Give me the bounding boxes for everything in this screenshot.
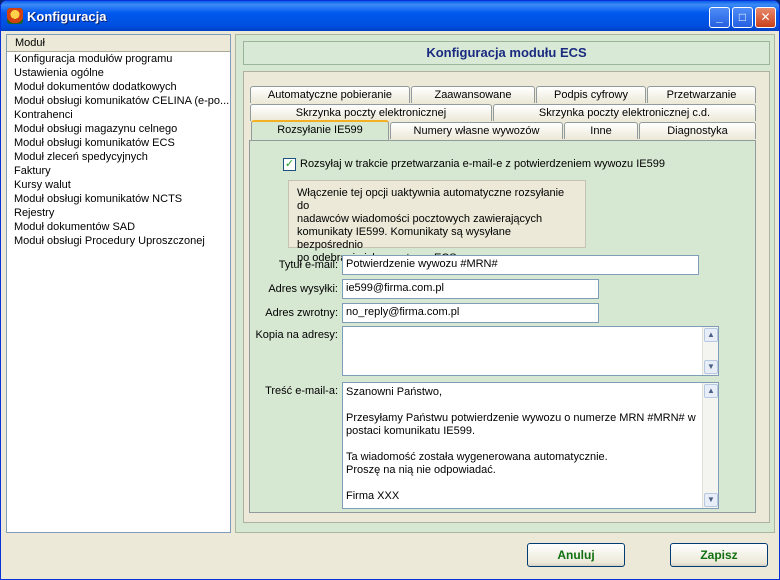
module-item[interactable]: Ustawienia ogólne [7, 66, 230, 80]
sender-address-label: Adres wysyłki: [268, 283, 338, 295]
checkmark-icon: ✓ [284, 158, 295, 170]
module-item[interactable]: Moduł obsługi komunikatów CELINA (e-po..… [7, 94, 230, 108]
sender-address-input[interactable]: ie599@firma.com.pl [342, 279, 599, 299]
module-item[interactable]: Moduł dokumentów dodatkowych [7, 80, 230, 94]
scroll-up-icon[interactable]: ▲ [704, 384, 718, 398]
send-ie599-label[interactable]: Rozsyłaj w trakcie przetwarzania e-mail-… [300, 158, 665, 170]
module-item[interactable]: Kontrahenci [7, 108, 230, 122]
app-icon [7, 8, 23, 24]
tab-skrzynka-poczty-cd[interactable]: Skrzynka poczty elektronicznej c.d. [493, 104, 756, 121]
email-body-input[interactable]: Szanowni Państwo, Przesyłamy Państwu pot… [342, 382, 719, 509]
module-item[interactable]: Moduł obsługi komunikatów NCTS [7, 192, 230, 206]
tab-podpis-cyfrowy[interactable]: Podpis cyfrowy [536, 86, 646, 103]
tab-numery-wlasne[interactable]: Numery własne wywozów [390, 122, 563, 139]
body-line [346, 477, 700, 490]
module-item[interactable]: Moduł dokumentów SAD [7, 220, 230, 234]
module-item[interactable]: Rejestry [7, 206, 230, 220]
tab-inne[interactable]: Inne [564, 122, 638, 139]
config-window: Konfiguracja _ □ ✕ Moduł Konfiguracja mo… [0, 0, 780, 580]
tab-przetwarzanie[interactable]: Przetwarzanie [647, 86, 756, 103]
cc-addresses-input[interactable]: ▲ ▼ [342, 326, 719, 376]
window-title: Konfiguracja [27, 9, 107, 24]
tab-zaawansowane[interactable]: Zaawansowane [411, 86, 535, 103]
button-bar: Anuluj Zapisz [1, 536, 779, 579]
send-ie599-checkbox[interactable]: ✓ [283, 158, 296, 171]
panel-title: Konfiguracja modułu ECS [243, 41, 770, 65]
info-line: komunikaty IE599. Komunikaty są wysyłane… [297, 226, 511, 251]
module-item[interactable]: Moduł zleceń spedycyjnych [7, 150, 230, 164]
minimize-button[interactable]: _ [709, 7, 730, 28]
email-title-input[interactable]: Potwierdzenie wywozu #MRN# [342, 255, 699, 275]
module-item[interactable]: Moduł obsługi Procedury Uproszczonej [7, 234, 230, 248]
body-line: Przesyłamy Państwu potwierdzenie wywozu … [346, 412, 696, 424]
module-item[interactable]: Konfiguracja modułów programu [7, 52, 230, 66]
reply-address-input[interactable]: no_reply@firma.com.pl [342, 303, 599, 323]
scroll-up-icon[interactable]: ▲ [704, 328, 718, 342]
tab-skrzynka-poczty[interactable]: Skrzynka poczty elektronicznej [250, 104, 492, 121]
email-body-label: Treść e-mail-a: [265, 385, 338, 397]
info-line: Włączenie tej opcji uaktywnia automatycz… [297, 187, 565, 212]
body-scrollbar[interactable]: ▲ ▼ [702, 383, 718, 508]
cancel-button[interactable]: Anuluj [527, 543, 625, 567]
cc-scrollbar[interactable]: ▲ ▼ [702, 327, 718, 375]
close-button[interactable]: ✕ [755, 7, 776, 28]
scroll-down-icon[interactable]: ▼ [704, 360, 718, 374]
body-line: postaci komunikatu IE599. [346, 425, 476, 437]
body-line [346, 438, 700, 451]
body-line: Ta wiadomość została wygenerowana automa… [346, 451, 608, 463]
module-item[interactable]: Kursy walut [7, 178, 230, 192]
save-button[interactable]: Zapisz [670, 543, 768, 567]
body-line: Firma XXX [346, 490, 400, 502]
module-item[interactable]: Moduł obsługi komunikatów ECS [7, 136, 230, 150]
info-box: Włączenie tej opcji uaktywnia automatycz… [288, 180, 586, 264]
module-item[interactable]: Faktury [7, 164, 230, 178]
body-line: Proszę na nią nie odpowiadać. [346, 464, 496, 476]
module-list: Moduł Konfiguracja modułów programu Usta… [6, 34, 231, 533]
title-bar[interactable]: Konfiguracja _ □ ✕ [1, 1, 779, 31]
scroll-down-icon[interactable]: ▼ [704, 493, 718, 507]
cc-addresses-label: Kopia na adresy: [255, 329, 338, 341]
module-item[interactable]: Moduł obsługi magazynu celnego [7, 122, 230, 136]
body-line [346, 399, 700, 412]
reply-address-label: Adres zwrotny: [265, 307, 338, 319]
module-list-header[interactable]: Moduł [7, 35, 230, 52]
info-line: nadawców wiadomości pocztowych zawierają… [297, 213, 543, 225]
tab-automatyczne-pobieranie[interactable]: Automatyczne pobieranie [250, 86, 410, 103]
email-title-label: Tytuł e-mail: [278, 259, 338, 271]
tab-diagnostyka[interactable]: Diagnostyka [639, 122, 756, 139]
maximize-button[interactable]: □ [732, 7, 753, 28]
body-line: Szanowni Państwo, [346, 386, 442, 398]
tab-rozsylanie-ie599[interactable]: Rozsyłanie IE599 [251, 120, 389, 140]
